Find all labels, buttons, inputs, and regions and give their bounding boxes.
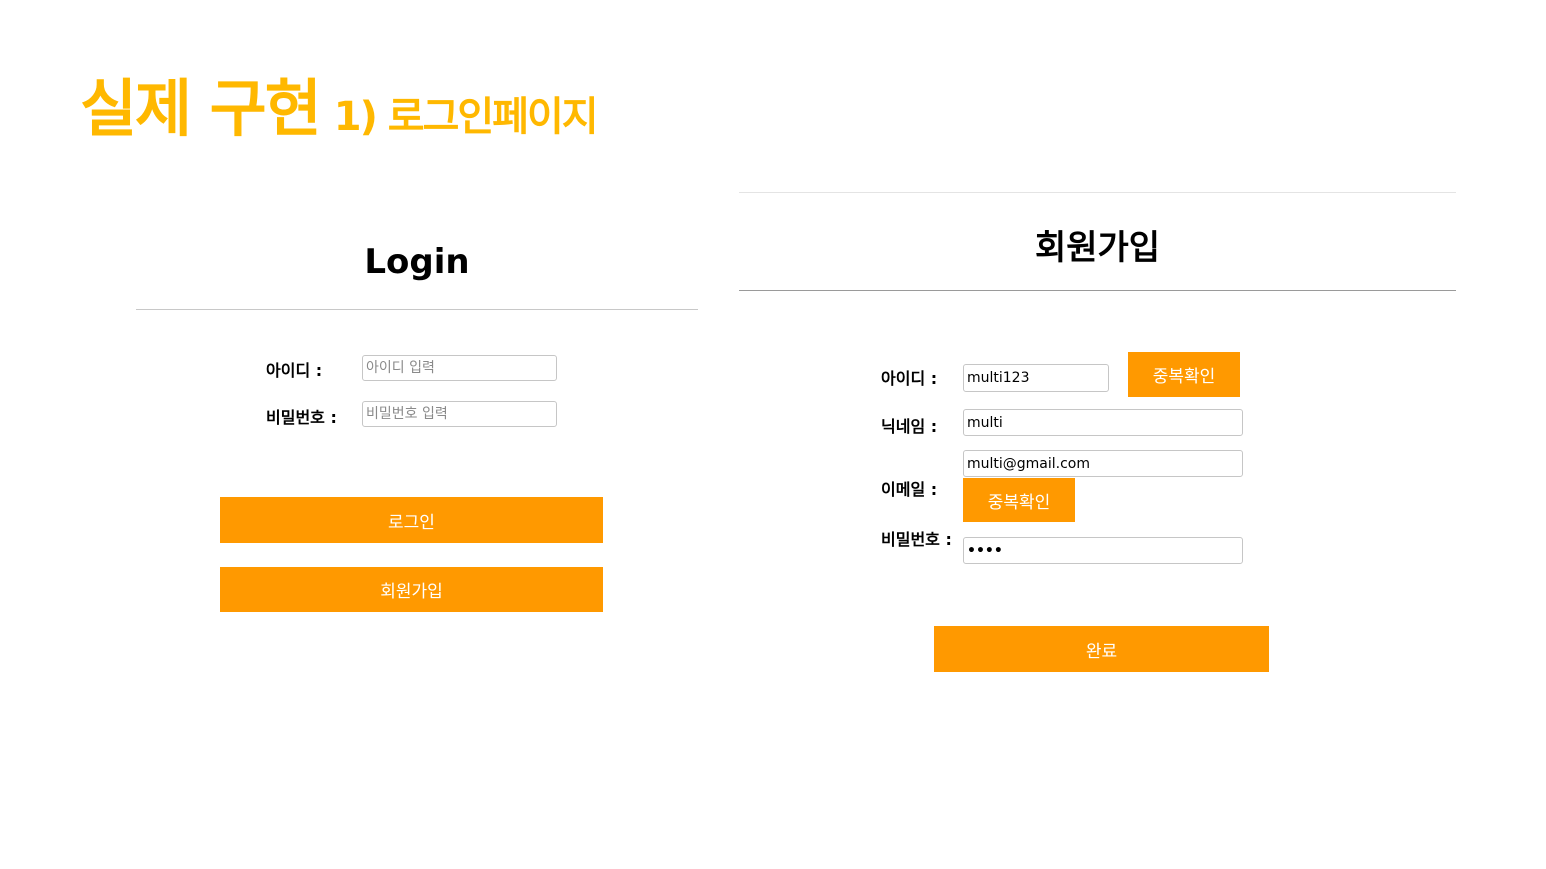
signup-id-label: 아이디 : [881,369,938,388]
login-password-label: 비밀번호 : [266,408,337,427]
login-heading: Login [364,242,470,282]
signup-email-input[interactable] [963,450,1243,477]
signup-link-button[interactable]: 회원가입 [220,567,603,612]
login-button[interactable]: 로그인 [220,497,603,543]
signup-submit-button[interactable]: 완료 [934,626,1269,672]
email-dup-check-button[interactable]: 중복확인 [963,478,1075,522]
login-divider [136,309,698,310]
signup-nickname-label: 닉네임 : [881,417,938,436]
login-id-input[interactable] [362,355,557,381]
slide-title-sub: 1) 로그인페이지 [333,94,599,140]
signup-divider [739,290,1456,291]
slide: 실제 구현1) 로그인페이지 Login 아이디 : 비밀번호 : 로그인 회원… [0,0,1546,869]
signup-heading: 회원가입 [1034,228,1161,268]
signup-password-label: 비밀번호 : [881,530,952,549]
signup-nickname-input[interactable] [963,409,1243,436]
signup-top-divider [739,192,1456,193]
slide-title-main: 실제 구현 [80,72,322,145]
login-password-input[interactable] [362,401,557,427]
slide-title: 실제 구현 1) 로그인페이지 [80,58,599,148]
signup-email-label: 이메일 : [881,480,938,499]
signup-password-input[interactable] [963,537,1243,564]
id-dup-check-button[interactable]: 중복확인 [1128,352,1240,397]
login-id-label: 아이디 : [266,361,323,380]
signup-id-input[interactable] [963,364,1109,392]
